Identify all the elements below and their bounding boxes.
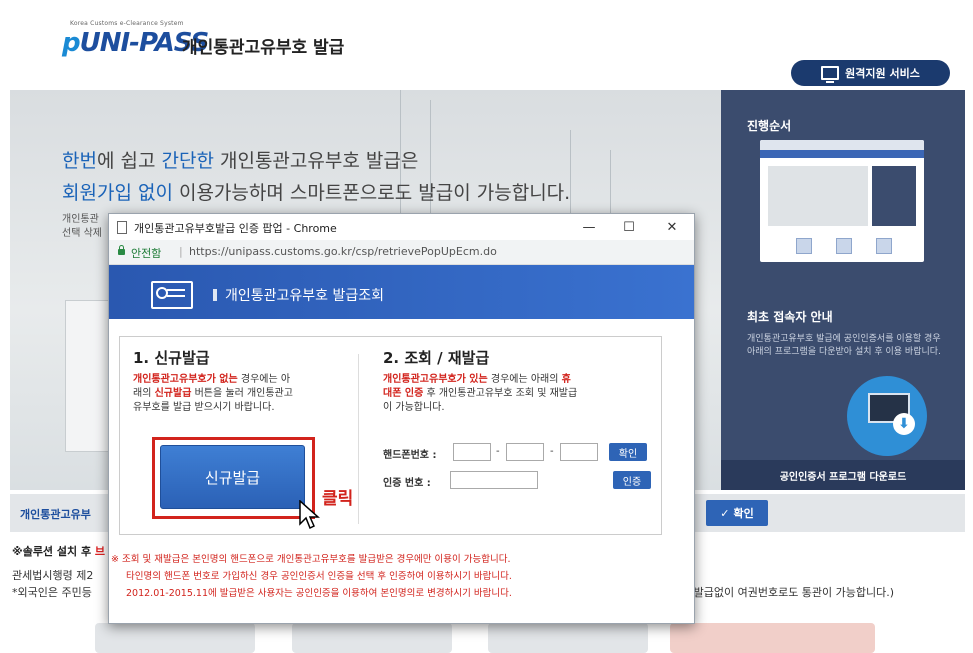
hero-headline-1: 한번에 쉽고 간단한 개인통관고유부호 발급은: [62, 150, 419, 172]
phone-dash: -: [550, 446, 554, 457]
logo-p: p: [62, 28, 81, 58]
passport-note: 호 발급없이 여권번호로도 통관이 가능합니다.): [680, 586, 895, 599]
phone-confirm-button[interactable]: 확인: [609, 443, 647, 461]
minimize-button[interactable]: —: [574, 217, 604, 237]
solution-note: ※솔루션 설치 후 브: [12, 545, 106, 558]
phone-input-1[interactable]: [453, 443, 491, 461]
bottom-card[interactable]: [292, 623, 452, 653]
maximize-button[interactable]: ☐: [614, 217, 644, 237]
note-line: 2012.01-2015.11에 발급받은 사용자는 공인인증을 이용하여 본인…: [126, 588, 512, 599]
new-issue-description: 개인통관고유부호가 없는 경우에는 아 래의 신규발급 버튼을 눌러 개인통관고…: [133, 374, 293, 413]
page-confirm-button[interactable]: ✓ 확인: [706, 500, 768, 526]
download-arrow-icon: ⬇: [893, 413, 915, 435]
first-visit-title: 최초 접속자 안내: [747, 310, 833, 324]
secure-indicator[interactable]: 안전함: [131, 245, 161, 261]
bottom-card[interactable]: [670, 623, 875, 653]
note-line: ※ 조회 및 재발급은 본인명의 핸드폰으로 개인통관고유부호를 발급받은 경우…: [111, 554, 511, 565]
auth-popup-window[interactable]: 개인통관고유부호발급 인증 팝업 - Chrome — ☐ ✕ 안전함 | ht…: [108, 213, 695, 624]
phone-label: 핸드폰번호 :: [383, 450, 437, 461]
url-separator: |: [179, 245, 183, 258]
phone-input-2[interactable]: [506, 443, 544, 461]
check-icon: ✓: [720, 506, 730, 520]
popup-header: [109, 265, 694, 319]
first-visit-description: 개인통관고유부호 발급에 공인인증서를 이용할 경우 아래의 프로그램을 다운받…: [747, 334, 941, 357]
new-issue-title: 1. 신규발급: [133, 349, 210, 367]
auth-button[interactable]: 인증: [613, 471, 651, 489]
url-text[interactable]: https://unipass.customs.go.kr/csp/retrie…: [189, 245, 497, 258]
strip-label: 개인통관고유부: [20, 508, 91, 521]
phone-input-3[interactable]: [560, 443, 598, 461]
process-thumbnail[interactable]: [760, 140, 924, 262]
section-divider: [358, 354, 359, 524]
bottom-card[interactable]: [488, 623, 648, 653]
note-line: 타인명의 핸드폰 번호로 가입하신 경우 공인인증서 인증을 선택 후 인증하여…: [126, 571, 512, 582]
popup-heading: 개인통관고유부호 발급조회: [213, 285, 384, 305]
phone-dash: -: [496, 446, 500, 457]
monitor-icon: [821, 66, 840, 83]
popup-window-title: 개인통관고유부호발급 인증 팝업 - Chrome: [134, 222, 337, 235]
process-title: 진행순서: [747, 119, 792, 133]
new-issue-button[interactable]: 신규발급: [160, 445, 305, 509]
bottom-card[interactable]: [95, 623, 255, 653]
hero-caption-1: 개인통관: [62, 214, 99, 225]
hero-headline-2: 회원가입 없이 이용가능하며 스마트폰으로도 발급이 가능합니다.: [62, 182, 571, 204]
logo-subtitle: Korea Customs e-Clearance System: [70, 20, 184, 27]
lookup-description: 개인통관고유부호가 있는 경우에는 아래의 휴 대폰 인증 후 개인통관고유부호…: [383, 374, 578, 413]
auth-number-input[interactable]: [450, 471, 538, 489]
certificate-icon: [151, 281, 193, 309]
remote-support-button[interactable]: 원격지원 서비스: [791, 60, 950, 86]
cert-program-download-link[interactable]: 공인인증서 프로그램 다운로드: [721, 460, 965, 490]
close-button[interactable]: ✕: [657, 217, 687, 237]
document-icon: [117, 221, 127, 234]
click-annotation: 클릭: [322, 489, 354, 509]
lookup-title: 2. 조회 / 재발급: [383, 349, 490, 367]
lock-icon: [118, 245, 125, 255]
law-note: 관세법시행령 제2: [12, 569, 94, 582]
remote-support-label: 원격지원 서비스: [845, 67, 920, 80]
hero-caption-2: 선택 삭제: [62, 228, 102, 239]
foreigner-note: *외국인은 주민등: [12, 586, 92, 599]
laptop-illustration: [65, 300, 111, 452]
auth-number-label: 인증 번호 :: [383, 478, 431, 489]
page-title: 개인통관고유부호 발급: [182, 38, 345, 58]
mouse-cursor-icon: [299, 500, 320, 530]
